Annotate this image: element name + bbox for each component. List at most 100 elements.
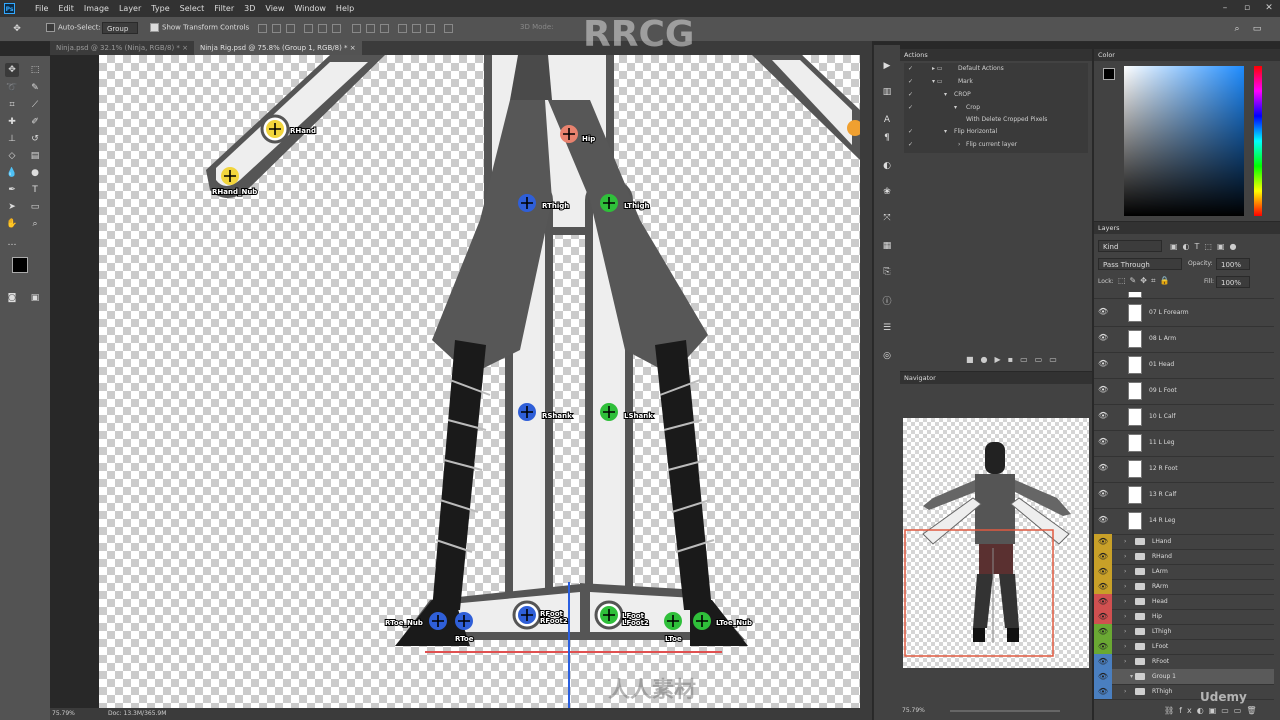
expand-chevron-icon[interactable]: › [1124,579,1126,594]
menu-type[interactable]: Type [146,0,174,17]
paths-icon[interactable]: ⤧ [880,211,894,225]
layer-group-row[interactable]: 👁 › RThigh [1094,684,1274,700]
distribute-left-icon[interactable] [398,24,407,33]
type-tool-icon[interactable]: T [28,183,42,197]
healing-tool-icon[interactable]: ✚ [5,115,19,129]
align-bottom-icon[interactable] [286,24,295,33]
eye-icon[interactable]: 👁 [1098,437,1108,447]
menu-filter[interactable]: Filter [209,0,239,17]
layers-panel-title[interactable]: Layers [1094,222,1280,234]
canvas-area[interactable]: RHand RHand_Nub Hip RThigh LThigh RShank [50,55,860,708]
adjustments-icon[interactable]: ◐ [880,159,894,173]
info-icon[interactable]: ⓘ [880,295,894,309]
properties-icon[interactable]: ☰ [880,321,894,335]
eye-icon[interactable]: 👁 [1094,639,1112,654]
eye-icon[interactable]: 👁 [1094,534,1112,549]
navigator-preview[interactable] [903,418,1089,668]
eye-icon[interactable]: 👁 [1098,385,1108,395]
eye-icon[interactable]: 👁 [1094,654,1112,669]
menu-window[interactable]: Window [289,0,331,17]
layer-group-row[interactable]: 👁 › RArm [1094,579,1274,595]
blend-mode-dropdown[interactable]: Pass Through [1098,258,1182,270]
eyedropper-tool-icon[interactable]: ⟋ [28,98,42,112]
color-foreground-swatch[interactable] [1103,68,1115,80]
action-flip-current-layer[interactable]: ✓ › Flip current layer [904,139,1090,151]
expand-chevron-icon[interactable]: › [1124,564,1126,579]
expand-chevron-icon[interactable]: › [1124,534,1126,549]
layer-row[interactable]: 👁 11 L Leg [1094,430,1274,457]
actions-panel-title[interactable]: Actions [900,49,1092,61]
foreground-color-swatch[interactable] [12,257,28,273]
move-tool-icon[interactable]: ✥ [5,63,19,77]
screen-mode-icon[interactable]: ▣ [28,291,42,305]
layer-row[interactable]: 👁 13 R Calf [1094,482,1274,509]
eye-icon[interactable]: 👁 [1094,669,1112,684]
action-crop-set[interactable]: ✓ ▾ CROP [904,89,1090,101]
brush-tool-icon[interactable]: ✐ [28,115,42,129]
layer-filter-kind[interactable]: Kind [1098,240,1162,252]
maximize-icon[interactable]: ▫ [1236,0,1258,17]
color-panel-title[interactable]: Color [1094,49,1280,61]
eye-icon[interactable]: 👁 [1094,624,1112,639]
menu-layer[interactable]: Layer [114,0,146,17]
navigator-zoom[interactable]: 75.79% [902,707,925,714]
fill-input[interactable]: 100% [1216,276,1250,288]
align-right-icon[interactable] [332,24,341,33]
expand-chevron-icon[interactable]: › [1124,654,1126,669]
search-icon[interactable]: ⌕ [1230,22,1244,36]
eye-icon[interactable]: 👁 [1098,307,1108,317]
close-icon[interactable]: ✕ [1258,0,1280,17]
eye-icon[interactable]: 👁 [1094,549,1112,564]
action-mark[interactable]: ✓ ▾ ▭ Mark [904,76,1090,88]
lasso-tool-icon[interactable]: ➰ [5,81,19,95]
layer-group-row[interactable]: 👁 › RFoot [1094,654,1274,670]
eye-icon[interactable]: 👁 [1098,515,1108,525]
zoom-level[interactable]: 75.79% [52,708,75,720]
tab-ninja[interactable]: Ninja.psd @ 32.1% (Ninja, RGB/8) * × [50,41,194,55]
expand-chevron-icon[interactable]: › [1124,639,1126,654]
menu-view[interactable]: View [260,0,289,17]
clone-source-icon[interactable]: ⎘ [880,265,894,279]
stamp-tool-icon[interactable]: ⊥ [5,132,19,146]
path-select-tool-icon[interactable]: ➤ [5,200,19,214]
align-top-icon[interactable] [258,24,267,33]
layer-row[interactable]: 👁 14 R Leg [1094,508,1274,535]
distribute-right-icon[interactable] [426,24,435,33]
navigator-zoom-slider[interactable] [950,710,1060,712]
hand-tool-icon[interactable]: ✋ [5,217,19,231]
action-default-actions[interactable]: ✓ ▸ ▭ Default Actions [904,63,1090,75]
align-left-icon[interactable] [304,24,313,33]
auto-select-dropdown[interactable]: Group [102,22,138,34]
distribute-bottom-icon[interactable] [380,24,389,33]
3d-icon[interactable]: ◎ [880,349,894,363]
eraser-tool-icon[interactable]: ◇ [5,149,19,163]
layer-group-row-selected[interactable]: 👁 ▾ Group 1 [1094,669,1274,685]
tab-close-icon[interactable]: × [182,44,188,52]
layers-footer-icons[interactable]: ⛓fx◐▣▭▭🗑 [1164,706,1262,715]
layer-row[interactable]: 👁 12 R Foot [1094,456,1274,483]
eye-icon[interactable]: 👁 [1094,564,1112,579]
expand-chevron-icon[interactable]: › [1124,594,1126,609]
color-field[interactable] [1124,66,1244,216]
rectangle-tool-icon[interactable]: ▭ [28,200,42,214]
lock-icons[interactable]: ⬚✎✥⌗🔒 [1118,276,1173,286]
navigator-panel-title[interactable]: Navigator [900,372,1092,384]
workspace-icon[interactable]: ▭ [1250,22,1264,36]
vertical-scrollbar[interactable] [860,41,872,720]
opacity-input[interactable]: 100% [1216,258,1250,270]
align-vcenter-icon[interactable] [272,24,281,33]
distribute-vcenter-icon[interactable] [366,24,375,33]
layer-group-row[interactable]: 👁 › Head [1094,594,1274,610]
expand-chevron-icon[interactable]: › [1124,549,1126,564]
blur-tool-icon[interactable]: 💧 [5,166,19,180]
expand-chevron-icon[interactable]: › [1124,609,1126,624]
character-panel-icon[interactable]: A [880,113,894,127]
eye-icon[interactable]: 👁 [1098,333,1108,343]
pen-tool-icon[interactable]: ✒ [5,183,19,197]
marquee-tool-icon[interactable]: ⬚ [28,63,42,77]
paragraph-panel-icon[interactable]: ¶ [880,131,894,145]
layer-group-row[interactable]: 👁 › Hip [1094,609,1274,625]
hue-slider[interactable] [1254,66,1262,216]
layer-filter-icons[interactable]: ▣◐T⬚▣● [1170,242,1242,251]
action-flip-horizontal[interactable]: ✓ ▾ Flip Horizontal [904,126,1090,138]
